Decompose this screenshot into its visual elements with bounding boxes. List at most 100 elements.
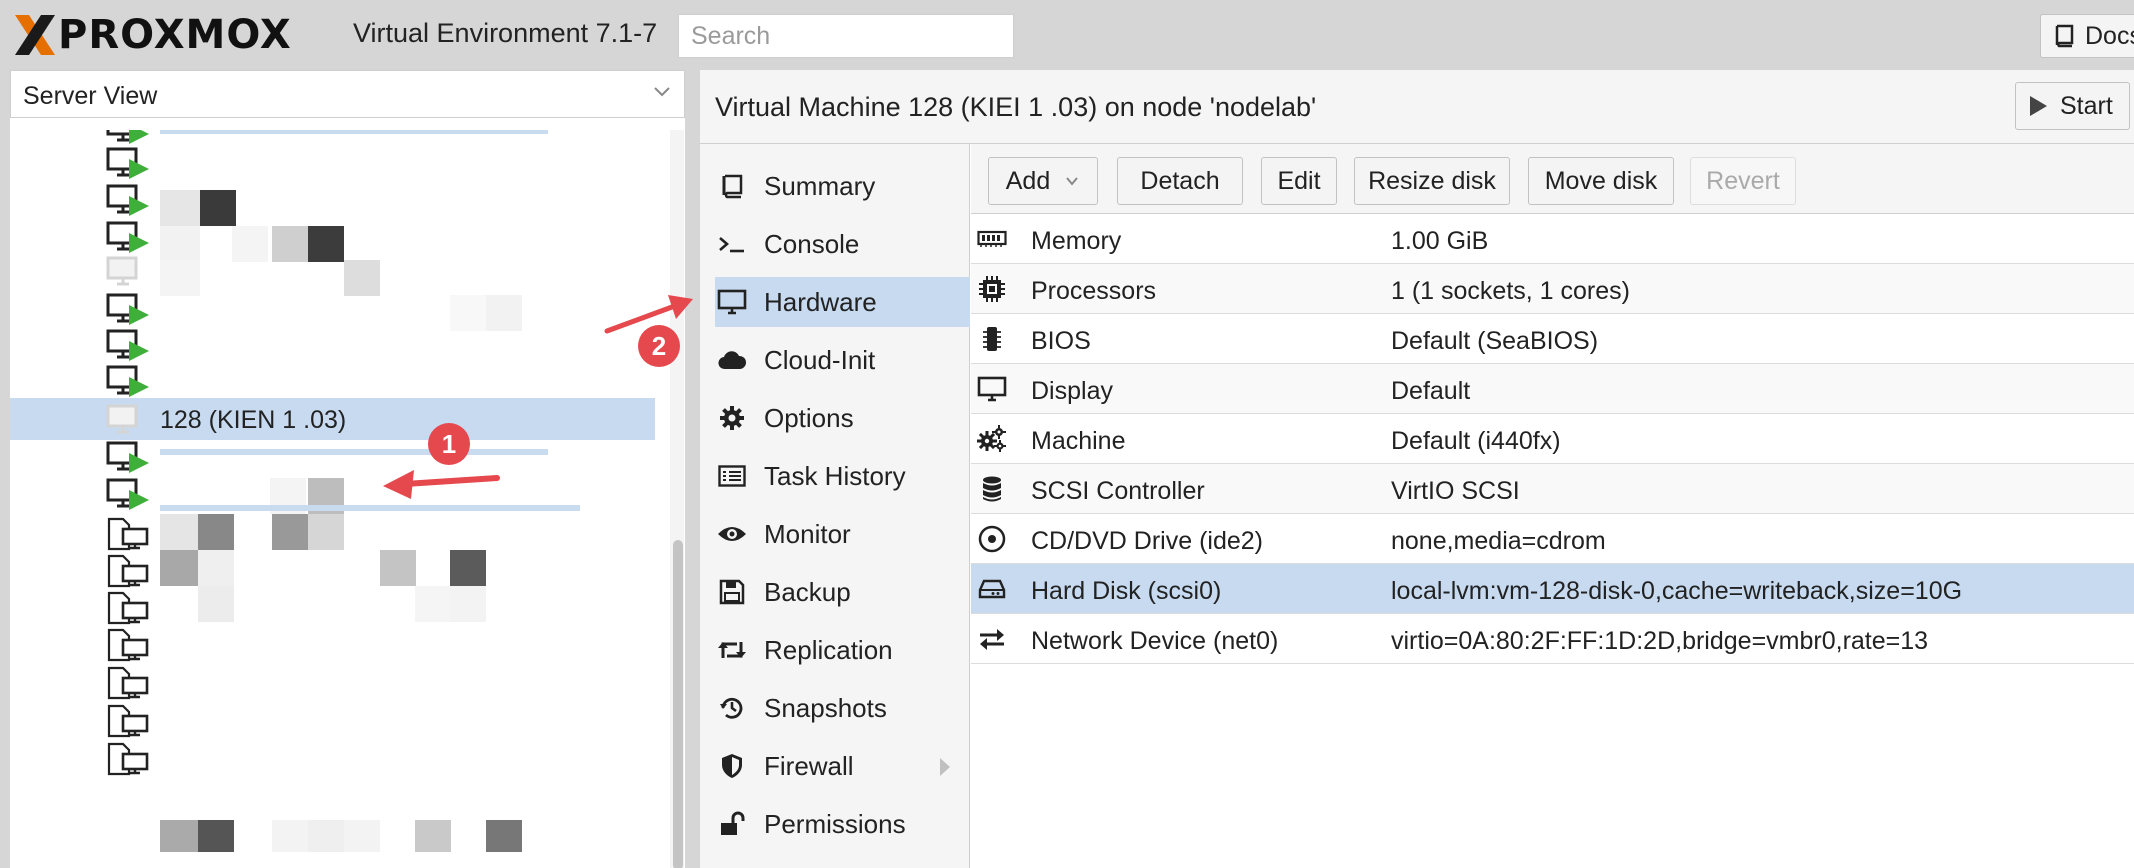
redaction-block <box>344 820 380 852</box>
hardware-row[interactable]: Display Default <box>971 364 2134 414</box>
annotation-badge-1: 1 <box>428 423 470 465</box>
hardware-row[interactable]: Memory 1.00 GiB <box>971 214 2134 264</box>
proxmox-logo: PROXMOX <box>12 10 292 60</box>
revert-button[interactable]: Revert <box>1690 157 1796 205</box>
redaction-block <box>272 514 308 550</box>
nav-item-console[interactable]: Console <box>715 219 970 269</box>
chevron-down-icon <box>654 87 670 97</box>
redaction-block <box>160 190 200 226</box>
edit-button[interactable]: Edit <box>1261 157 1337 205</box>
docs-button[interactable]: Docs <box>2040 14 2134 58</box>
tree-item-template[interactable] <box>10 622 655 664</box>
nav-item-summary[interactable]: Summary <box>715 161 970 211</box>
redaction-block <box>486 295 522 331</box>
resize-disk-label: Resize disk <box>1368 166 1496 195</box>
nav-item-label: Firewall <box>764 750 854 781</box>
nav-item-backup[interactable]: Backup <box>715 567 970 617</box>
search-input[interactable] <box>678 14 1014 58</box>
running-vm-icon <box>105 329 153 363</box>
redaction-block <box>232 226 268 262</box>
template-icon <box>105 517 153 551</box>
tree-item-label: 128 (KIEN 1 .03) <box>160 406 347 434</box>
unlock-icon <box>717 809 747 839</box>
hardware-row[interactable]: SCSI Controller VirtIO SCSI <box>971 464 2134 514</box>
redaction-block <box>160 550 200 586</box>
proxmox-x-logo-icon <box>15 15 55 55</box>
tree-item-vm[interactable] <box>10 141 655 183</box>
view-selector-label: Server View <box>23 82 158 110</box>
hardware-row[interactable]: BIOS Default (SeaBIOS) <box>971 314 2134 364</box>
add-button[interactable]: Add <box>988 157 1098 205</box>
chevron-down-icon <box>1066 177 1079 186</box>
nav-item-snapshots[interactable]: Snapshots <box>715 683 970 733</box>
hdd-icon <box>976 574 1008 604</box>
tree-item-template[interactable] <box>10 698 655 740</box>
redaction-block <box>200 190 236 226</box>
tree-item-vm[interactable] <box>10 435 655 477</box>
redaction-block <box>486 820 522 852</box>
expand-arrow-icon[interactable] <box>940 758 950 776</box>
vm-title: Virtual Machine 128 (KIEI 1 .03) on node… <box>715 92 1317 122</box>
tree-item-template[interactable] <box>10 548 655 590</box>
tree-item-vm[interactable] <box>10 178 655 220</box>
desktop-icon <box>976 374 1008 404</box>
redaction-block <box>308 226 344 262</box>
exchange-icon <box>976 624 1008 654</box>
running-vm-icon <box>105 184 153 218</box>
eye-icon <box>717 519 747 549</box>
hardware-row[interactable]: Hard Disk (scsi0) local-lvm:vm-128-disk-0… <box>971 564 2134 614</box>
template-icon <box>105 628 153 662</box>
template-icon <box>105 554 153 588</box>
chip-icon <box>976 324 1008 354</box>
move-disk-button[interactable]: Move disk <box>1528 157 1674 205</box>
hardware-row[interactable]: Machine Default (i440fx) <box>971 414 2134 464</box>
tree-scrollbar-thumb[interactable] <box>673 540 683 868</box>
play-icon <box>2030 96 2047 116</box>
detach-button[interactable]: Detach <box>1117 157 1243 205</box>
book-icon <box>717 171 747 201</box>
nav-item-cloud-init[interactable]: Cloud-Init <box>715 335 970 385</box>
edit-label: Edit <box>1277 166 1321 195</box>
nav-item-replication[interactable]: Replication <box>715 625 970 675</box>
nav-item-permissions[interactable]: Permissions <box>715 799 970 849</box>
nav-item-options[interactable]: Options <box>715 393 970 443</box>
running-vm-icon <box>105 441 153 475</box>
cogs-icon <box>976 424 1008 454</box>
redaction-strip <box>160 130 548 134</box>
hardware-row[interactable]: CD/DVD Drive (ide2) none,media=cdrom <box>971 514 2134 564</box>
database-icon <box>976 474 1008 504</box>
tree-item-template[interactable] <box>10 585 655 627</box>
tree-item-vm[interactable] <box>10 359 655 401</box>
redaction-block <box>160 260 200 296</box>
nav-item-hardware[interactable]: Hardware <box>715 277 970 327</box>
hardware-value: VirtIO SCSI <box>1391 477 1520 505</box>
view-selector[interactable]: Server View <box>10 70 685 118</box>
list-icon <box>717 461 747 491</box>
terminal-icon <box>717 229 747 259</box>
hardware-name: Memory <box>1031 227 1122 255</box>
resource-tree[interactable]: 128 (KIEN 1 .03) <box>10 130 665 868</box>
hardware-row[interactable]: Processors 1 (1 sockets, 1 cores) <box>971 264 2134 314</box>
start-button[interactable]: Start <box>2015 82 2130 130</box>
hardware-name: Hard Disk (scsi0) <box>1031 577 1222 605</box>
hardware-content: Add Detach Edit Resize disk Move disk Re… <box>971 144 2134 868</box>
nav-item-task-history[interactable]: Task History <box>715 451 970 501</box>
tree-item-template[interactable] <box>10 736 655 778</box>
hardware-row[interactable]: Network Device (net0) virtio=0A:80:2F:FF:… <box>971 614 2134 664</box>
redaction-block <box>272 820 308 852</box>
hardware-name: Machine <box>1031 427 1126 455</box>
nav-item-monitor[interactable]: Monitor <box>715 509 970 559</box>
hardware-value: none,media=cdrom <box>1391 527 1606 555</box>
tree-item-template[interactable] <box>10 660 655 702</box>
nav-item-firewall[interactable]: Firewall <box>715 741 970 791</box>
running-vm-icon <box>105 478 153 512</box>
tree-item-selected-vm[interactable]: 128 (KIEN 1 .03) <box>10 398 655 440</box>
stopped-vm-icon <box>105 256 153 290</box>
hardware-name: Network Device (net0) <box>1031 627 1279 655</box>
hardware-value: Default <box>1391 377 1471 405</box>
hardware-name: SCSI Controller <box>1031 477 1205 505</box>
disc-icon <box>976 524 1008 554</box>
vm-panel: Virtual Machine 128 (KIEI 1 .03) on node… <box>700 70 2134 868</box>
resize-disk-button[interactable]: Resize disk <box>1354 157 1510 205</box>
template-icon <box>105 591 153 625</box>
